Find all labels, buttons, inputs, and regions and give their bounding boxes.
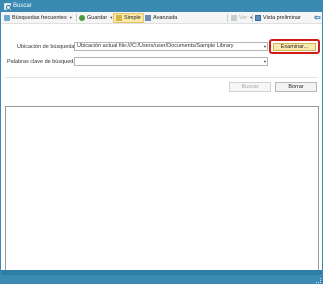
view-button[interactable]: Ver ▼ <box>231 13 253 23</box>
view-label: Ver <box>239 15 248 21</box>
frequent-searches-button[interactable]: Búsquedas frecuentes ▼ <box>4 13 73 23</box>
browse-highlight: Examinar... <box>269 39 320 54</box>
chevron-down-icon[interactable]: ▼ <box>262 57 268 66</box>
divider <box>5 77 318 78</box>
search-app-icon <box>4 3 11 10</box>
chevron-down-icon[interactable]: ▼ <box>262 42 268 51</box>
simple-search-icon <box>116 15 122 21</box>
keywords-field[interactable] <box>74 57 268 66</box>
frequent-searches-label: Búsquedas frecuentes <box>12 15 67 21</box>
search-window: Buscar Búsquedas frecuentes ▼ Guardar ▼ … <box>0 0 323 284</box>
save-button[interactable]: Guardar ▼ <box>79 13 113 23</box>
search-button[interactable]: Buscar <box>229 82 271 92</box>
advanced-mode-button[interactable]: Avanzada <box>145 13 177 23</box>
window-bottom-border <box>0 275 323 284</box>
results-pane[interactable] <box>5 106 319 281</box>
chevron-down-icon: ▼ <box>68 15 73 20</box>
advanced-label: Avanzada <box>153 15 178 21</box>
title-bar[interactable]: Buscar <box>1 1 322 12</box>
keywords-label: Palabras clave de búsqueda: <box>7 59 78 65</box>
browse-button[interactable]: Examinar... <box>273 43 316 51</box>
toolbar-separator <box>76 14 77 22</box>
preview-icon <box>255 15 261 21</box>
back-arrow-icon[interactable]: ⇦ <box>314 13 321 23</box>
toolbar-separator <box>252 14 253 22</box>
save-label: Guardar <box>87 15 108 21</box>
simple-mode-button[interactable]: Simple <box>113 13 144 23</box>
window-title: Buscar <box>13 3 32 9</box>
simple-label: Simple <box>124 15 141 21</box>
toolbar-separator <box>227 14 228 22</box>
advanced-search-icon <box>145 15 151 21</box>
toolbar: Búsquedas frecuentes ▼ Guardar ▼ Simple … <box>1 12 322 24</box>
view-icon <box>231 15 237 21</box>
search-form: Ubicación de búsqueda: Ubicación actual … <box>1 25 322 78</box>
location-label: Ubicación de búsqueda: <box>17 44 77 50</box>
save-icon <box>79 15 85 21</box>
clear-button[interactable]: Borrar <box>275 82 317 92</box>
location-field[interactable]: Ubicación actual file:///C:/Users/user/D… <box>74 42 268 51</box>
folder-icon <box>4 15 10 21</box>
resize-grip-icon[interactable] <box>316 278 321 283</box>
preview-button[interactable]: Vista preliminar <box>255 13 301 23</box>
preview-label: Vista preliminar <box>263 15 301 21</box>
client-area: Búsquedas frecuentes ▼ Guardar ▼ Simple … <box>1 12 322 281</box>
